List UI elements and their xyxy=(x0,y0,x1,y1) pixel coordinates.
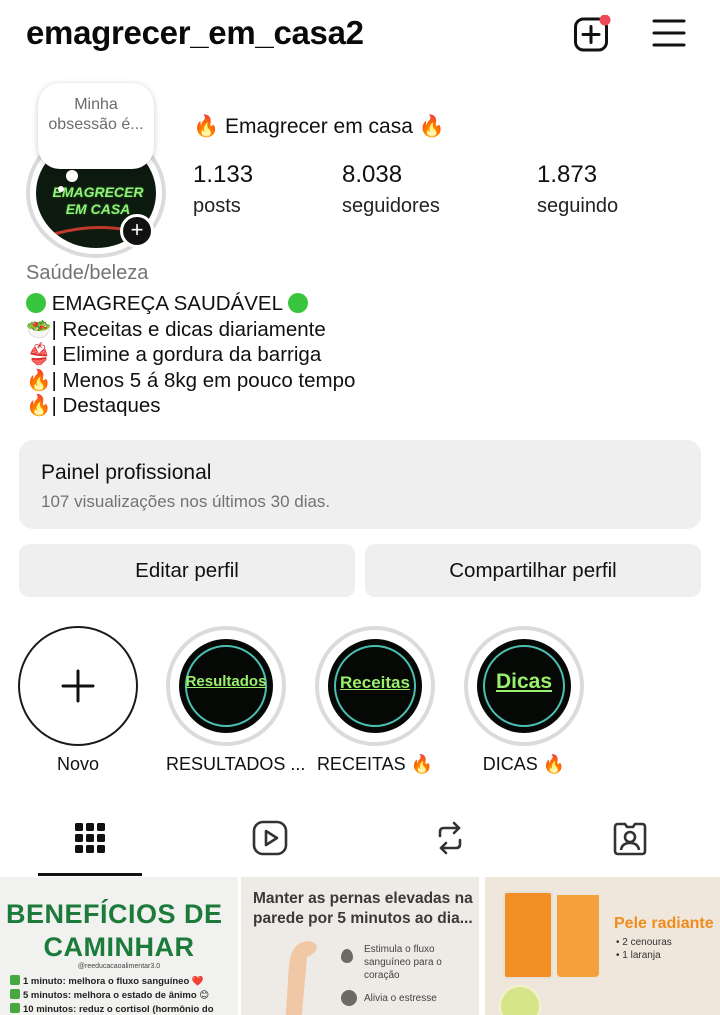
panel-subtitle: 107 visualizações nos últimos 30 dias. xyxy=(41,492,331,511)
bio-line: 🥗| Receitas e dicas diariamente xyxy=(26,317,326,341)
post-line: 1 minuto: melhora o fluxo sanguíneo ❤️ xyxy=(10,975,204,987)
plus-icon xyxy=(61,669,95,703)
highlight-ring: Dicas xyxy=(464,626,584,746)
stat-label: seguindo xyxy=(537,195,619,217)
green-circle-icon xyxy=(26,293,46,313)
profile-bio: EMAGREÇA SAUDÁVEL 🥗| Receitas e dicas di… xyxy=(26,291,355,419)
post-line: 5 minutos: melhora o estado de ânimo 😊 xyxy=(10,989,209,1001)
stat-posts[interactable]: 1.133 posts xyxy=(193,160,253,222)
highlight-cover-text: Receitas xyxy=(340,673,410,692)
highlight-label: DICAS 🔥 xyxy=(482,754,566,774)
profile-tabs xyxy=(0,805,720,877)
stat-value: 1.873 xyxy=(537,161,598,188)
post-item: • 1 laranja xyxy=(616,950,661,961)
stat-following[interactable]: 1.873 seguindo xyxy=(537,160,618,222)
profile-username[interactable]: emagrecer_em_casa2 xyxy=(26,14,364,52)
post-thumbnail[interactable]: Pele radiante • 2 cenouras • 1 laranja xyxy=(485,877,720,1015)
post-line-text: 10 minutos: reduz o cortisol (hormônio d… xyxy=(23,1004,214,1015)
carrot-jar xyxy=(503,891,553,979)
reposts-icon xyxy=(438,821,462,855)
stat-value: 1.133 xyxy=(193,161,254,188)
posts-grid: BENEFÍCIOS DE CAMINHAR @reeducacaoalimen… xyxy=(0,877,720,1015)
hamburger-menu-icon xyxy=(652,19,686,47)
post-line-text: 1 minuto: melhora o fluxo sanguíneo ❤️ xyxy=(23,976,204,987)
grid-icon xyxy=(75,823,105,853)
add-content-button[interactable] xyxy=(573,14,611,53)
bio-line: 🔥| Destaques xyxy=(26,394,161,417)
tagged-icon xyxy=(613,822,647,856)
lime-slice xyxy=(499,985,541,1015)
new-highlight-circle xyxy=(18,626,138,746)
tab-reels[interactable] xyxy=(180,805,360,877)
highlight-receitas[interactable]: Receitas RECEITAS 🔥 xyxy=(315,626,435,775)
plus-square-icon xyxy=(574,14,611,52)
post-line: 10 minutos: reduz o cortisol (hormônio d… xyxy=(10,1003,214,1015)
menu-button[interactable] xyxy=(651,17,687,49)
leg-illustration xyxy=(285,941,317,1015)
post-title: Pele radiante xyxy=(614,915,714,932)
panel-title: Painel profissional xyxy=(41,461,212,484)
green-circle-icon xyxy=(287,293,308,313)
highlight-new[interactable]: Novo xyxy=(18,626,138,775)
highlight-cover: Dicas xyxy=(477,639,571,733)
add-story-button[interactable]: + xyxy=(120,214,154,248)
post-item: Estimula o fluxo sanguíneo para o coraçã… xyxy=(364,944,442,981)
face-icon xyxy=(341,990,357,1006)
note-tail-small xyxy=(58,186,64,192)
bio-line: EMAGREÇA SAUDÁVEL xyxy=(26,291,355,317)
highlight-cover: Resultados xyxy=(179,639,273,733)
note-tail xyxy=(66,170,78,182)
check-icon xyxy=(10,975,20,985)
highlight-cover-text: Resultados xyxy=(185,673,267,690)
stat-label: seguidores xyxy=(342,195,440,217)
bio-line: 🔥| Menos 5 á 8kg em pouco tempo xyxy=(26,368,356,392)
post-thumbnail[interactable]: Manter as pernas elevadas na parede por … xyxy=(241,877,479,1015)
juice-glass xyxy=(555,893,601,979)
profile-category: Saúde/beleza xyxy=(26,262,149,284)
post-item: • 2 cenouras xyxy=(616,937,672,948)
bio-text: EMAGREÇA SAUDÁVEL xyxy=(51,292,283,315)
professional-dashboard[interactable]: Painel profissional 107 visualizações no… xyxy=(19,440,701,529)
active-tab-indicator xyxy=(38,873,142,876)
check-icon xyxy=(10,989,20,999)
reels-icon xyxy=(252,820,288,856)
top-bar: emagrecer_em_casa2 xyxy=(0,0,720,70)
post-handle: @reeducacaoalimentar3.0 xyxy=(77,963,161,970)
share-profile-button[interactable]: Compartilhar perfil xyxy=(365,544,701,597)
highlight-ring: Receitas xyxy=(315,626,435,746)
highlight-label: RESULTADOS ... xyxy=(166,754,306,774)
tab-tagged[interactable] xyxy=(540,805,720,877)
stat-value: 8.038 xyxy=(342,161,403,188)
notification-dot xyxy=(599,14,611,26)
highlight-resultados[interactable]: Resultados RESULTADOS ... xyxy=(166,626,306,775)
highlight-ring: Resultados xyxy=(166,626,286,746)
highlight-cover-text: Dicas xyxy=(495,670,553,693)
stat-label: posts xyxy=(193,195,241,217)
drop-icon xyxy=(341,949,353,963)
edit-profile-button[interactable]: Editar perfil xyxy=(19,544,355,597)
highlight-dicas[interactable]: Dicas DICAS 🔥 xyxy=(464,626,584,775)
highlight-cover: Receitas xyxy=(328,639,422,733)
highlight-label: RECEITAS 🔥 xyxy=(316,754,434,774)
display-name: 🔥 Emagrecer em casa 🔥 xyxy=(193,115,445,138)
highlight-label: Novo xyxy=(56,754,100,774)
tab-reposts[interactable] xyxy=(360,805,540,877)
post-title: Manter as pernas elevadas na parede por … xyxy=(253,890,473,927)
tab-posts-grid[interactable] xyxy=(0,805,180,877)
profile-note[interactable]: Minha obsessão é... xyxy=(38,83,154,169)
bio-line: 👙| Elimine a gordura da barriga xyxy=(26,343,322,366)
stat-followers[interactable]: 8.038 seguidores xyxy=(342,160,440,222)
post-title: BENEFÍCIOS DE xyxy=(6,899,223,929)
check-icon xyxy=(10,1003,20,1013)
post-title: CAMINHAR xyxy=(43,932,195,962)
post-line-text: 5 minutos: melhora o estado de ânimo 😊 xyxy=(23,990,210,1001)
post-item: Alivia o estresse xyxy=(364,993,437,1004)
post-thumbnail[interactable]: BENEFÍCIOS DE CAMINHAR @reeducacaoalimen… xyxy=(0,877,238,1015)
